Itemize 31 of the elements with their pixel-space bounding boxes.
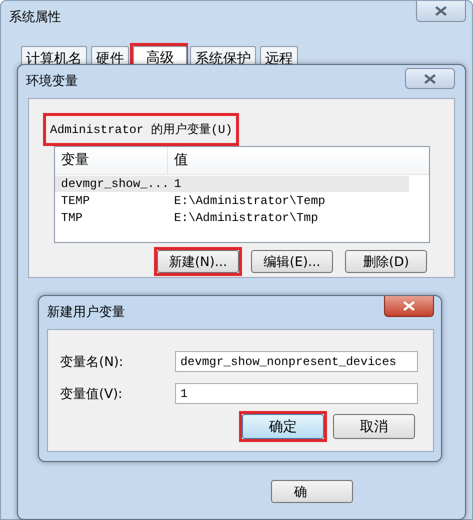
input-field[interactable]: 1	[175, 383, 418, 404]
column-header[interactable]: 值	[168, 147, 188, 174]
dialog-title: 环境变量	[26, 73, 78, 90]
button[interactable]: 确定	[242, 414, 324, 439]
button[interactable]: 新建(N)...	[157, 250, 239, 273]
variable-list[interactable]: 变量 值 devmgr_show_... 1 TEMP E:\Administrator\Temp TMP E:\Administrator\Tmp	[54, 146, 430, 243]
variable-value: 1	[173, 176, 182, 192]
close-icon	[403, 301, 415, 311]
field-label: 变量名(N):	[60, 354, 124, 370]
variable-name: devmgr_show_...	[60, 176, 168, 192]
column-header[interactable]: 变量	[55, 147, 168, 174]
variable-value: E:\Administrator\Temp	[173, 193, 326, 209]
list-row[interactable]: devmgr_show_... 1	[55, 176, 409, 192]
dialog-title: 新建用户变量	[47, 304, 125, 321]
button[interactable]: 取消	[333, 414, 415, 439]
close-icon	[424, 74, 436, 84]
close-button[interactable]	[384, 296, 434, 317]
button[interactable]: 编辑(E)...	[251, 250, 333, 273]
button[interactable]: 确	[271, 480, 353, 503]
list-row[interactable]: TMP E:\Administrator\Tmp	[55, 210, 429, 226]
variable-value: E:\Administrator\Tmp	[173, 210, 318, 226]
input-field[interactable]: devmgr_show_nonpresent_devices	[175, 351, 418, 372]
button[interactable]: 删除(D)	[345, 250, 427, 273]
close-icon	[435, 6, 447, 16]
window-title: 系统属性	[9, 9, 61, 26]
variable-name: TMP	[60, 210, 84, 226]
field-label: 变量值(V):	[60, 386, 124, 402]
close-button[interactable]	[405, 68, 455, 89]
close-button[interactable]	[416, 1, 466, 22]
list-row[interactable]: TEMP E:\Administrator\Temp	[55, 193, 429, 209]
variable-name: TEMP	[60, 193, 91, 209]
